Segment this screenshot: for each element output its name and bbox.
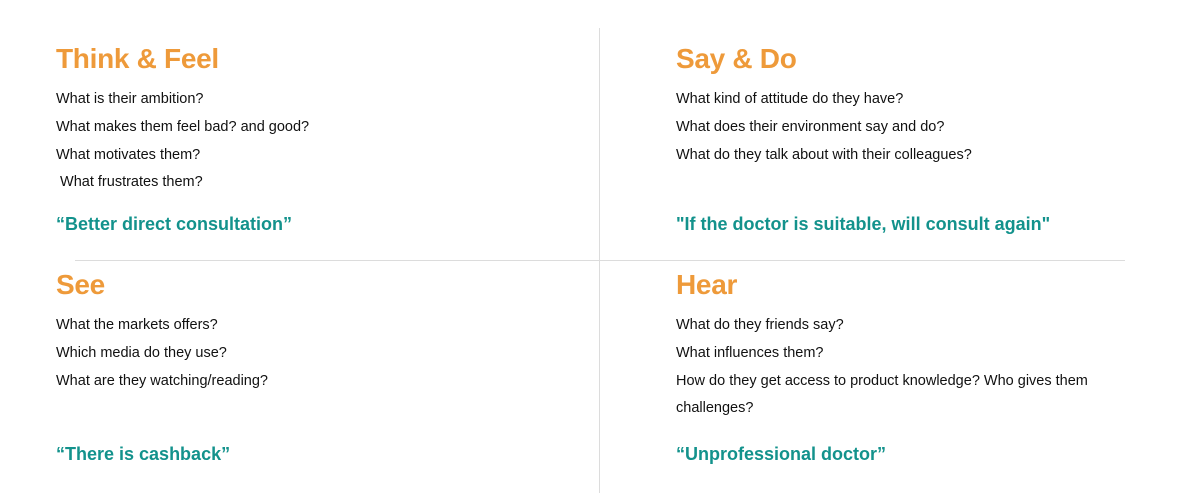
question-list: What do they friends say? What influence… [676, 312, 1106, 423]
question-item: What makes them feel bad? and good? [56, 118, 310, 135]
question-item: What motivates them? [56, 146, 201, 163]
quadrant-quote: “Better direct consultation” [56, 214, 293, 234]
quadrant-title: Think & Feel [56, 43, 219, 74]
quadrant-say-do: Say & Do What kind of attitude do they h… [676, 40, 1176, 234]
quadrant-hear: Hear What do they friends say? What infl… [676, 266, 1176, 464]
question-item: How do they get access to product knowle… [676, 372, 1088, 417]
question-item: What do they friends say? [676, 317, 844, 333]
question-item: What are they watching/reading? [56, 372, 268, 389]
quadrant-see: See What the markets offers? Which media… [56, 266, 556, 464]
horizontal-divider [75, 260, 1125, 261]
question-list: What the markets offers? Which media do … [56, 312, 556, 395]
quadrant-title: Say & Do [676, 43, 797, 74]
quadrant-title: Hear [676, 269, 738, 300]
question-item: What kind of attitude do they have? [676, 91, 904, 107]
question-item: What is their ambition? [56, 91, 204, 107]
question-list: What kind of attitude do they have? What… [676, 86, 1176, 169]
question-item: What does their environment say and do? [676, 118, 945, 135]
question-item: What influences them? [676, 344, 824, 361]
question-item: Which media do they use? [56, 344, 227, 361]
quadrant-quote: "If the doctor is suitable, will consult… [676, 214, 1051, 234]
question-item: What the markets offers? [56, 317, 218, 333]
quadrant-title: See [56, 269, 105, 300]
question-item: What do they talk about with their colle… [676, 146, 972, 163]
quadrant-quote: “Unprofessional doctor” [676, 444, 887, 464]
question-item: What frustrates them? [56, 174, 203, 191]
quadrant-think-feel: Think & Feel What is their ambition? Wha… [56, 40, 556, 234]
question-list: What is their ambition? What makes them … [56, 86, 556, 197]
quadrant-quote: “There is cashback” [56, 444, 231, 464]
